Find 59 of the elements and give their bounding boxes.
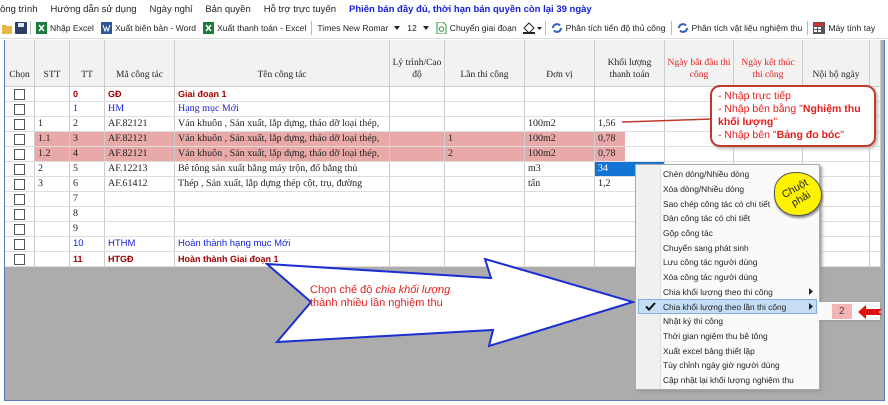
name-cell: Bê tông sản xuất bằng máy trộn, đổ bằng thủ bbox=[178, 163, 358, 174]
tt-cell: 10 bbox=[73, 238, 84, 249]
name-cell: Ván khuôn , Sản xuất, lắp dựng, tháo dỡ loại thép, bbox=[178, 118, 380, 129]
callout-text: - Nhập trực tiếp bbox=[718, 90, 792, 102]
name-cell: Ván khuôn , Sản xuất, lắp dựng, tháo dỡ loại thép, bbox=[178, 133, 380, 144]
pass-cell: 1 bbox=[448, 133, 453, 144]
column-header: Lần thi công bbox=[460, 69, 508, 81]
name-cell: Ván khuôn , Sản xuất, lắp dựng, tháo dỡ loại thép, bbox=[178, 148, 380, 159]
tt-cell: 0 bbox=[73, 89, 78, 99]
code-cell: AF.82121 bbox=[108, 148, 148, 159]
unit-cell: 100m2 bbox=[528, 148, 556, 159]
column-header: Đơn vị bbox=[546, 69, 573, 81]
tt-cell: 7 bbox=[73, 193, 78, 204]
column-header: Ngày bắt đầu thi công bbox=[667, 57, 731, 81]
column-header: Khối lượng thanh toán bbox=[606, 57, 652, 81]
tt-cell: 9 bbox=[73, 223, 78, 234]
stt-cell: 2 bbox=[38, 163, 43, 174]
code-cell: HTHM bbox=[108, 238, 136, 249]
tt-cell: 11 bbox=[73, 254, 83, 264]
code-cell: HTGĐ bbox=[108, 254, 134, 264]
code-cell: AF.82121 bbox=[108, 133, 148, 144]
name-cell: Thép , Sản xuất, lắp dựng thép cột, trụ, đường bbox=[178, 178, 362, 189]
callout-text: - Nhập bên bằng "Nghiệm thu khối lượng" bbox=[718, 103, 862, 129]
stt-cell: 1.2 bbox=[38, 148, 50, 159]
name-cell: Giai đoạn 1 bbox=[178, 89, 227, 99]
tt-cell: 1 bbox=[73, 103, 78, 114]
column-header: Nội bộ ngày bbox=[812, 69, 860, 81]
column-header: STT bbox=[44, 69, 60, 81]
tt-cell: 8 bbox=[73, 208, 78, 219]
unit-cell: tấn bbox=[528, 178, 540, 189]
column-header: Tên công tác bbox=[257, 69, 307, 81]
name-cell: Hoàn thành hạng mục Mới bbox=[178, 238, 290, 249]
tt-cell: 5 bbox=[73, 163, 78, 174]
column-header: Chọn bbox=[9, 69, 30, 81]
callout-text: - Nhập bên "Bảng đo bóc" bbox=[718, 129, 845, 142]
tt-cell: 2 bbox=[73, 118, 78, 129]
unit-cell: 100m2 bbox=[528, 118, 556, 129]
column-header: TT bbox=[81, 69, 93, 81]
stt-cell: 3 bbox=[38, 178, 43, 189]
code-cell: HM bbox=[108, 103, 124, 114]
code-cell: AF.82121 bbox=[108, 118, 148, 129]
unit-cell: m3 bbox=[528, 163, 541, 174]
unit-cell: 100m2 bbox=[528, 133, 556, 144]
code-cell: AF.12213 bbox=[108, 163, 148, 174]
name-cell: Hạng mục Mới bbox=[178, 103, 239, 114]
tt-cell: 4 bbox=[73, 148, 78, 159]
column-header: Lý trình/Cao độ bbox=[392, 57, 442, 81]
license-notice: Phiên bản đầy đủ, thời hạn bản quyền còn lại 39 ngày bbox=[349, 4, 592, 14]
stt-cell: 1 bbox=[38, 118, 43, 129]
pass-cell: 2 bbox=[448, 148, 453, 159]
code-cell: AF.61412 bbox=[108, 178, 148, 189]
arrow-callout-text: Chọn chế độ chia khối lượng thành nhiều lần nghiệm thu bbox=[310, 284, 452, 310]
column-header: Ngày kết thúc thi công bbox=[740, 57, 796, 81]
tt-cell: 3 bbox=[73, 133, 78, 144]
code-cell: GĐ bbox=[108, 89, 122, 99]
column-header: Mã công tác bbox=[116, 69, 163, 81]
stt-cell: 1.1 bbox=[38, 133, 50, 144]
name-cell: Hoàn thành Giai đoạn 1 bbox=[178, 254, 279, 264]
tt-cell: 6 bbox=[73, 178, 78, 189]
